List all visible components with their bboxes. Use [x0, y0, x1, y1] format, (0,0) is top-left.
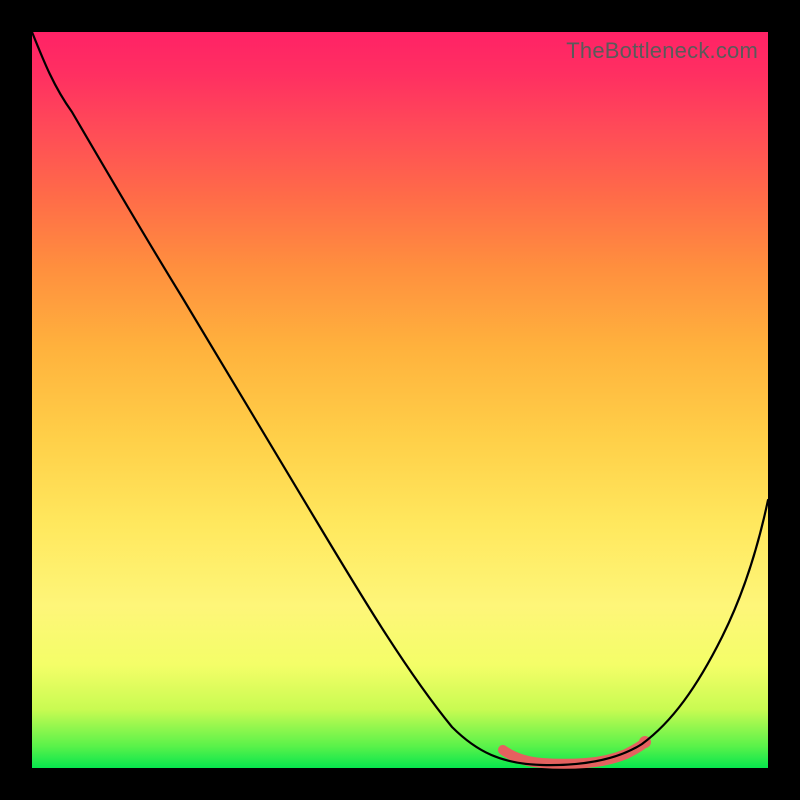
plot-area: TheBottleneck.com: [32, 32, 768, 768]
bottleneck-curve-line: [32, 32, 768, 765]
bottleneck-curve-svg: [32, 32, 768, 768]
chart-frame: TheBottleneck.com: [0, 0, 800, 800]
